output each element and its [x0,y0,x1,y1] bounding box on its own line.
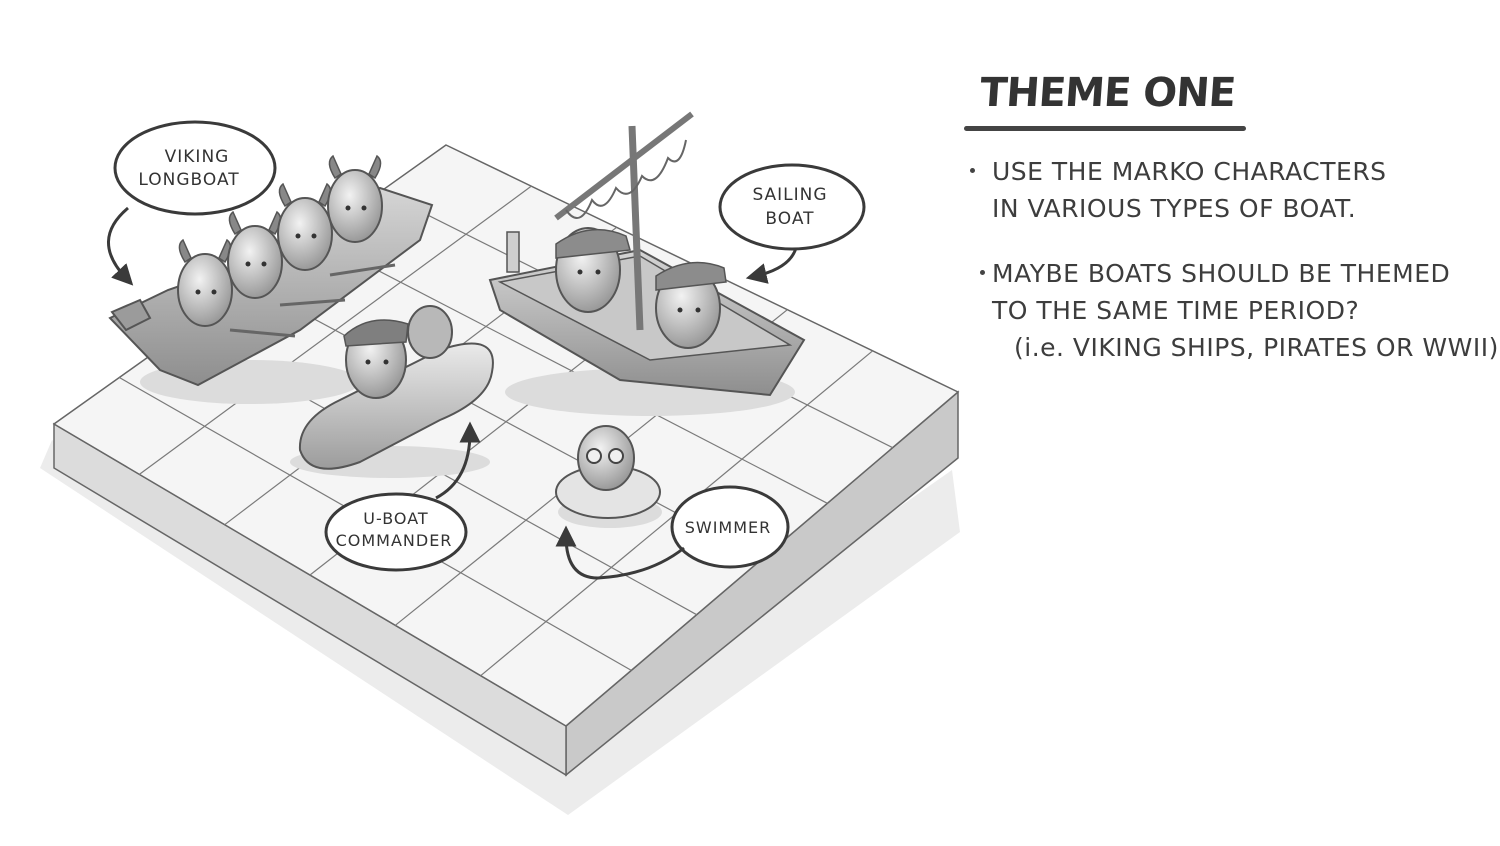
bullet-one: USE THE MARKO CHARACTERS IN VARIOUS TYPE… [958,153,1498,227]
furled-sail [565,139,687,219]
viking-marko [327,154,383,243]
bullet-two-line3: (i.e. VIKING SHIPS, PIRATES OR WWII) [1014,333,1499,362]
callout-swimmer-line1: SWIMMER [685,518,772,537]
callout-sailing-line1: SAILING [752,185,827,205]
bullet-dot [970,168,975,173]
bullet-two-line2: TO THE SAME TIME PERIOD? [992,296,1360,325]
theme-title: THEME ONE [978,70,1237,116]
uboat-periscope [407,305,453,359]
bullet-two: MAYBE BOATS SHOULD BE THEMED TO THE SAME… [958,255,1498,366]
viking-marko [277,182,333,271]
bullet-one-line2: IN VARIOUS TYPES OF BOAT. [992,194,1357,223]
yard-arm [554,111,694,221]
goggle-left [586,448,602,464]
bullet-dot [980,270,985,275]
callout-viking-line2: LONGBOAT [138,170,239,190]
theme-notes: THEME ONE USE THE MARKO CHARACTERS IN VA… [958,66,1498,366]
callout-sailing: SAILING BOAT [718,163,866,284]
callout-sailing-arrow [745,247,798,284]
callout-viking-line1: VIKING [165,147,230,167]
callout-uboat-line2: COMMANDER [336,531,453,550]
goggle-right [608,448,624,464]
swimmer-marko [577,425,635,491]
viking-marko [177,238,233,327]
viking-marko [227,210,283,299]
bollard [506,231,520,273]
callout-sailing-line2: BOAT [765,209,814,229]
bullet-one-line1: USE THE MARKO CHARACTERS [992,157,1387,186]
title-underline [964,126,1246,131]
callout-uboat-line1: U-BOAT [363,509,428,528]
callout-viking-arrow [107,206,134,286]
bullet-two-line1: MAYBE BOATS SHOULD BE THEMED [992,259,1451,288]
uboat-marko [343,319,409,399]
